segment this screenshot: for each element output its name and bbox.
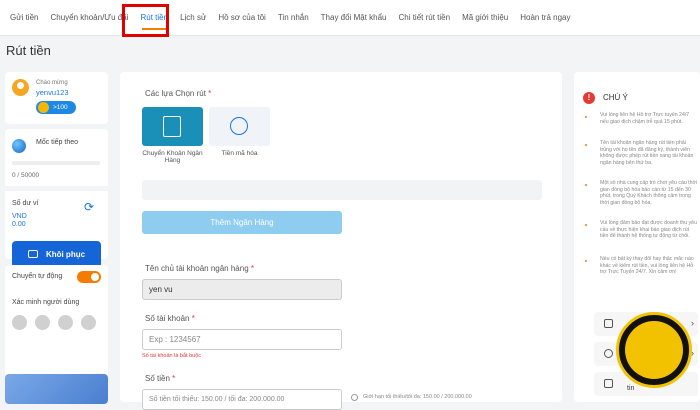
- bullet-icon: [585, 116, 587, 118]
- account-number-label: Số tài khoản *: [145, 314, 195, 323]
- account-number-field[interactable]: Exp : 1234567: [142, 329, 342, 350]
- phone-icon[interactable]: [58, 315, 73, 330]
- withdraw-methods-label: Các lựa Chọn rút *: [145, 89, 212, 98]
- warning-icon: !: [583, 92, 595, 104]
- withdraw-form-panel: Các lựa Chọn rút * Chuyển Khoản Ngân Hàn…: [120, 72, 562, 410]
- avatar[interactable]: [12, 79, 29, 96]
- amount-label: Số tiền *: [145, 374, 176, 383]
- auto-transfer-toggle[interactable]: [77, 271, 101, 283]
- tab-change-password[interactable]: Thay đổi Mật khẩu: [315, 0, 393, 36]
- email-icon[interactable]: [35, 315, 50, 330]
- notice-item: Tên tài khoản ngân hàng rút tiền phải tr…: [600, 140, 694, 166]
- bitcoin-icon: [230, 117, 248, 135]
- welcome-text: Chào mừng: [36, 80, 68, 86]
- bullet-icon: [585, 260, 587, 262]
- next-level-label: Mốc tiếp theo: [36, 139, 79, 146]
- amount-hint: Giới hạn tối thiểu/tối đa: 150.00 / 200.…: [363, 394, 472, 400]
- tab-withdraw-details[interactable]: Chi tiết rút tiền: [392, 0, 456, 36]
- tab-withdraw[interactable]: Rút tiền: [134, 0, 174, 36]
- account-name-field[interactable]: yen vu: [142, 279, 342, 300]
- restore-button-label: Khôi phục: [45, 250, 86, 259]
- user-icon[interactable]: [12, 315, 27, 330]
- bullet-icon: [585, 144, 587, 146]
- level-progress-bar: [12, 161, 100, 165]
- level-progress-text: 0 / 50000: [12, 172, 40, 179]
- globe-icon: [12, 139, 26, 153]
- vip-icon: [38, 102, 49, 113]
- bank-icon[interactable]: [81, 315, 96, 330]
- gift-icon: [604, 379, 613, 388]
- help-icon: [604, 349, 613, 358]
- method-bank-transfer-label: Chuyển Khoản Ngân Hàng: [142, 150, 203, 164]
- tab-referral-code[interactable]: Mã giới thiệu: [456, 0, 514, 36]
- bullet-icon: [585, 184, 587, 186]
- wallet-balance-label: Số dư ví: [12, 200, 39, 207]
- tab-transfer[interactable]: Chuyển khoản/Ưu đãi: [44, 0, 134, 36]
- left-sidebar: Chào mừng yenvu123 >100 Mốc tiếp theo 0 …: [5, 72, 108, 404]
- restore-button[interactable]: Khôi phục: [12, 241, 101, 268]
- username: yenvu123: [36, 88, 69, 97]
- vip-badge[interactable]: >100: [36, 101, 76, 114]
- wallet-icon: [27, 250, 38, 258]
- currency-label: VND: [12, 213, 27, 220]
- user-verification-label: Xác minh người dùng: [12, 299, 80, 306]
- notice-item: Một số nhà cung cấp trò chơi yêu cầu thờ…: [600, 180, 698, 206]
- support-gift-label: tin: [627, 385, 635, 392]
- tab-rebate[interactable]: Hoàn trả ngay: [514, 0, 576, 36]
- divider: [5, 186, 108, 191]
- lynx-emblem-icon: [625, 321, 683, 379]
- notice-title: CHÚ Ý: [603, 93, 628, 102]
- level-balance-card: Mốc tiếp theo 0 / 50000 Số dư ví ⟳ VND 0…: [5, 129, 108, 268]
- balance-amount: 0.00: [12, 221, 26, 228]
- tab-deposit[interactable]: Gửi tiền: [4, 0, 44, 36]
- method-crypto[interactable]: [209, 107, 270, 146]
- add-bank-button[interactable]: Thêm Ngân Hàng: [142, 211, 342, 234]
- settings-card: Chuyển tự động Xác minh người dùng: [5, 265, 108, 382]
- tab-messages[interactable]: Tin nhắn: [272, 0, 315, 36]
- notice-item: Vui lòng liên hệ Hỗ trợ Trực tuyến 24/7 …: [600, 112, 690, 125]
- tab-history[interactable]: Lịch sử: [174, 0, 212, 36]
- account-number-error: Số tài khoản là bắt buộc: [142, 353, 202, 359]
- chevron-right-icon: ›: [691, 318, 694, 328]
- bank-card-icon: [163, 116, 181, 137]
- notice-item: Nếu có bất kỳ thay đổi hay thắc mắc nào …: [600, 256, 694, 276]
- chat-icon: [604, 319, 613, 328]
- account-name-label: Tên chủ tài khoản ngân hàng *: [145, 264, 254, 273]
- vip-label: >100: [53, 104, 68, 111]
- user-card: Chào mừng yenvu123 >100: [5, 72, 108, 124]
- refresh-icon[interactable]: ⟳: [84, 200, 94, 214]
- method-bank-transfer[interactable]: [142, 107, 203, 146]
- bullet-icon: [585, 224, 587, 226]
- notice-item: Vui lòng đảm bảo đạt được doanh thu yêu …: [600, 220, 697, 240]
- page-title: Rút tiền: [6, 43, 51, 58]
- top-nav: Gửi tiền Chuyển khoản/Ưu đãi Rút tiền Lị…: [0, 0, 700, 36]
- tab-profile[interactable]: Hồ sơ của tôi: [212, 0, 272, 36]
- method-crypto-label: Tiền mã hóa: [221, 150, 258, 157]
- bank-list: [142, 180, 542, 200]
- club-logo: [616, 312, 692, 388]
- auto-transfer-label: Chuyển tự động: [12, 273, 63, 280]
